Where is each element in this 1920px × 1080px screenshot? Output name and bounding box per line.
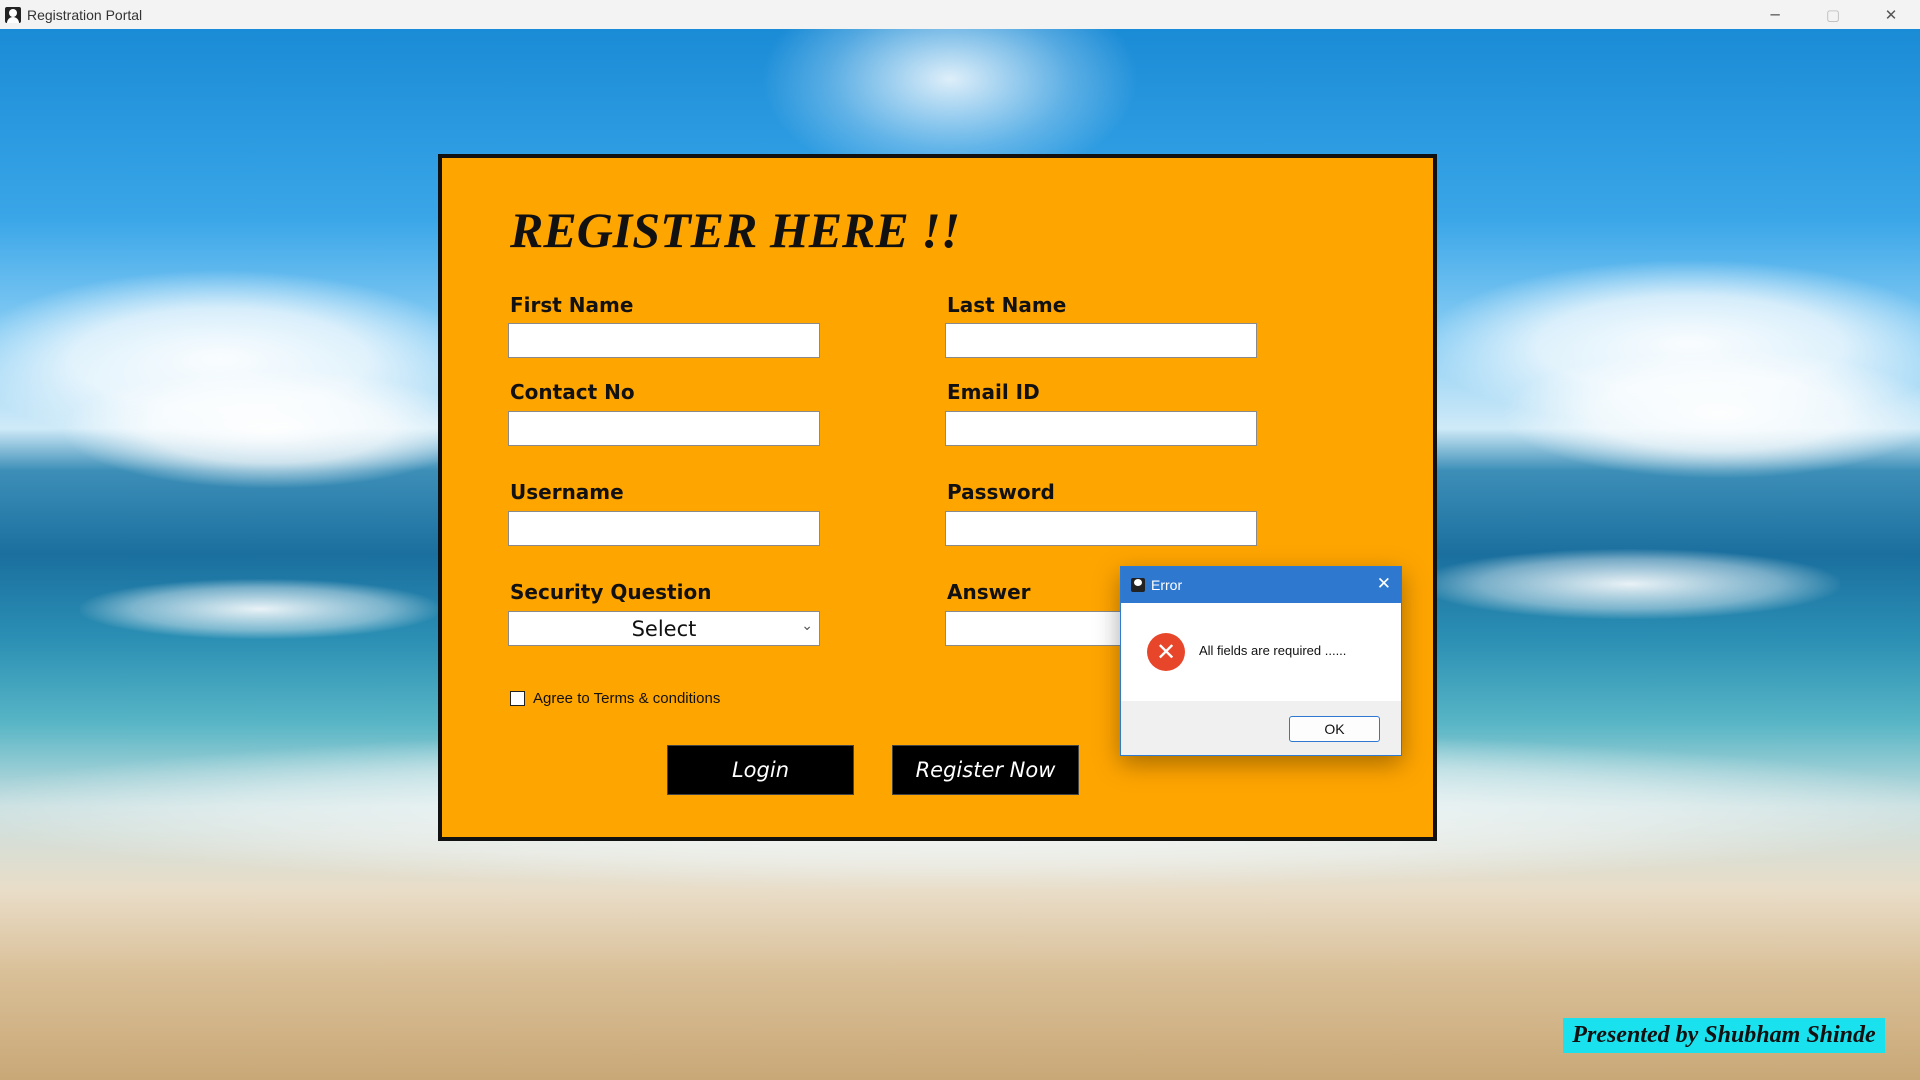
dialog-body: ✕ All fields are required ...... <box>1121 603 1401 701</box>
password-label: Password <box>947 480 1055 504</box>
first-name-label: First Name <box>510 293 634 317</box>
last-name-label: Last Name <box>947 293 1067 317</box>
window-titlebar: Registration Portal ─ ▢ ✕ <box>0 0 1920 29</box>
dialog-titlebar: Error ✕ <box>1121 567 1401 603</box>
dialog-title: Error <box>1151 577 1183 593</box>
cloud <box>60 369 480 489</box>
app-user-icon <box>5 6 21 23</box>
presenter-credit: Presented by Shubham Shinde <box>1563 1018 1885 1053</box>
register-now-button[interactable]: Register Now <box>892 745 1079 795</box>
first-name-input[interactable] <box>508 323 820 358</box>
username-label: Username <box>510 480 624 504</box>
last-name-input[interactable] <box>945 323 1257 358</box>
cloud <box>1500 349 1920 479</box>
terms-label[interactable]: Agree to Terms & conditions <box>533 690 720 707</box>
minimize-button[interactable]: ─ <box>1746 0 1804 29</box>
chevron-down-icon: ⌄ <box>801 618 813 634</box>
security-question-value: Select <box>631 616 697 641</box>
dialog-close-button[interactable]: ✕ <box>1377 574 1391 594</box>
email-id-input[interactable] <box>945 411 1257 446</box>
security-question-dropdown[interactable]: Select ⌄ <box>508 611 820 646</box>
page-title: REGISTER HERE !! <box>510 202 961 258</box>
password-input[interactable] <box>945 511 1257 546</box>
contact-no-input[interactable] <box>508 411 820 446</box>
login-button[interactable]: Login <box>667 745 854 795</box>
terms-checkbox[interactable] <box>510 691 525 706</box>
error-dialog: Error ✕ ✕ All fields are required ......… <box>1120 566 1402 756</box>
wave-foam <box>80 579 440 639</box>
maximize-button[interactable]: ▢ <box>1804 0 1862 29</box>
security-question-label: Security Question <box>510 580 712 604</box>
dialog-footer: OK <box>1121 701 1401 755</box>
answer-label: Answer <box>947 580 1031 604</box>
wave-foam <box>1420 549 1840 619</box>
error-message: All fields are required ...... <box>1199 643 1347 658</box>
email-id-label: Email ID <box>947 380 1040 404</box>
terms-row: Agree to Terms & conditions <box>510 690 720 707</box>
window-title: Registration Portal <box>27 6 143 23</box>
close-window-button[interactable]: ✕ <box>1862 0 1920 29</box>
dialog-app-icon <box>1131 578 1145 592</box>
error-icon: ✕ <box>1147 633 1185 671</box>
window-controls: ─ ▢ ✕ <box>1746 0 1920 29</box>
ok-button[interactable]: OK <box>1289 716 1380 742</box>
contact-no-label: Contact No <box>510 380 635 404</box>
username-input[interactable] <box>508 511 820 546</box>
